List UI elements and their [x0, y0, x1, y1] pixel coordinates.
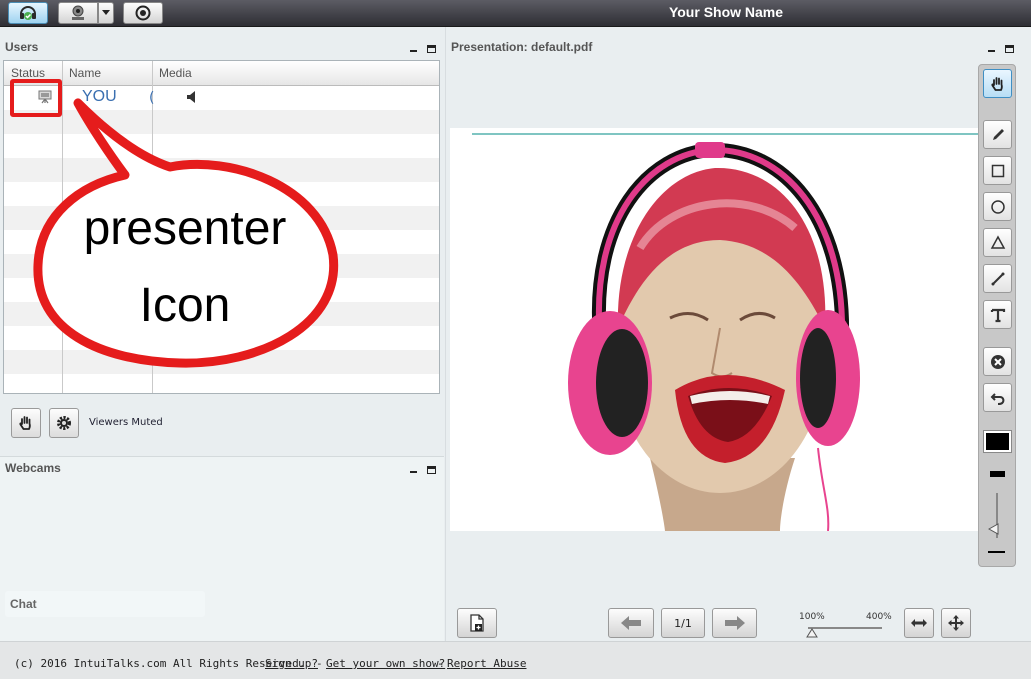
- thickness-min-indicator: [988, 551, 1005, 553]
- presentation-slide[interactable]: [450, 128, 978, 532]
- ellipse-tool[interactable]: [983, 192, 1012, 221]
- footer-separator: -: [316, 657, 323, 670]
- triangle-tool[interactable]: [983, 228, 1012, 257]
- fit-width-button[interactable]: [904, 608, 934, 638]
- footer-separator: -: [437, 657, 444, 670]
- rectangle-tool[interactable]: [983, 156, 1012, 185]
- zoom-slider-track[interactable]: [808, 627, 882, 629]
- raise-hand-button[interactable]: [11, 408, 41, 438]
- users-grid-header: Status Name Media: [4, 61, 439, 86]
- webcams-panel-title: Webcams: [5, 461, 61, 475]
- maximize-icon[interactable]: [427, 45, 436, 53]
- pencil-icon: [992, 128, 1004, 140]
- users-panel-title: Users: [5, 40, 39, 54]
- hand-icon: [990, 76, 1003, 91]
- minimize-icon[interactable]: [410, 50, 417, 52]
- thickness-icon: [990, 471, 1005, 477]
- sign-up-link[interactable]: Sign up?: [265, 657, 318, 670]
- show-title: Your Show Name: [668, 4, 784, 20]
- thickness-slider-thumb[interactable]: [988, 523, 1000, 535]
- zoom-min-label: 100%: [799, 612, 825, 622]
- hand-tool[interactable]: [983, 69, 1012, 98]
- get-your-own-show-link[interactable]: Get your own show?: [326, 657, 445, 670]
- slide-image-headphones-mannequin: [472, 133, 978, 532]
- upload-document-button[interactable]: [457, 608, 497, 638]
- headset-status-button[interactable]: [8, 2, 48, 24]
- viewers-muted-label: Viewers Muted: [89, 417, 163, 428]
- headset-icon: [20, 6, 36, 20]
- whiteboard-toolbar: [978, 64, 1016, 567]
- presentation-title: Presentation: default.pdf: [451, 40, 593, 54]
- ellipse-icon: [990, 199, 1005, 214]
- line-tool[interactable]: [983, 264, 1012, 293]
- column-header-name[interactable]: Name: [69, 66, 101, 80]
- triangle-icon: [990, 234, 1005, 249]
- fit-page-button[interactable]: [941, 608, 971, 638]
- zoom-max-label: 400%: [866, 612, 892, 622]
- undo-icon: [990, 392, 1004, 405]
- line-icon: [991, 272, 1004, 285]
- webcam-button[interactable]: [58, 2, 98, 24]
- maximize-icon[interactable]: [1005, 45, 1014, 53]
- minimize-icon[interactable]: [410, 471, 417, 473]
- maximize-icon[interactable]: [427, 466, 436, 474]
- column-header-media[interactable]: Media: [159, 66, 192, 80]
- upload-document-icon: [470, 614, 484, 632]
- settings-button[interactable]: [49, 408, 79, 438]
- webcam-dropdown-button[interactable]: [98, 2, 114, 24]
- record-button[interactable]: [123, 2, 163, 24]
- callout-line1: presenter: [83, 202, 287, 255]
- undo-tool[interactable]: [983, 383, 1012, 412]
- clear-tool[interactable]: [983, 347, 1012, 376]
- chat-tab[interactable]: Chat: [5, 591, 205, 617]
- presentation-window-controls: [988, 41, 1014, 53]
- report-abuse-link[interactable]: Report Abuse: [447, 657, 526, 670]
- webcam-icon: [72, 5, 84, 20]
- users-window-controls: [410, 41, 436, 53]
- text-tool[interactable]: [983, 300, 1012, 329]
- fit-width-icon: [911, 619, 927, 627]
- record-icon: [135, 5, 151, 21]
- top-bar: Your Show Name: [0, 0, 1031, 27]
- page-indicator-button[interactable]: 1/1: [661, 608, 705, 638]
- callout-line2: Icon: [139, 279, 231, 332]
- copyright-text: (c) 2016 IntuiTalks.com All Rights Reser…: [14, 657, 306, 670]
- previous-page-button[interactable]: [608, 608, 654, 638]
- text-icon: [990, 308, 1005, 322]
- next-page-button[interactable]: [712, 608, 757, 638]
- webcams-window-controls: [410, 462, 436, 474]
- color-swatch[interactable]: [983, 430, 1012, 453]
- column-header-status[interactable]: Status: [11, 66, 45, 80]
- gear-icon: [57, 416, 71, 430]
- move-arrows-icon: [948, 615, 964, 631]
- minimize-icon[interactable]: [988, 50, 995, 52]
- dropdown-arrow-icon: [102, 10, 110, 15]
- clear-icon: [990, 354, 1005, 369]
- hand-icon: [19, 416, 31, 430]
- zoom-slider-thumb[interactable]: [806, 628, 818, 638]
- pencil-tool[interactable]: [983, 120, 1012, 149]
- rectangle-icon: [991, 164, 1004, 177]
- footer: (c) 2016 IntuiTalks.com All Rights Reser…: [0, 641, 1031, 679]
- arrow-left-icon: [621, 616, 641, 630]
- arrow-right-icon: [724, 616, 745, 630]
- table-row-empty: [4, 374, 439, 393]
